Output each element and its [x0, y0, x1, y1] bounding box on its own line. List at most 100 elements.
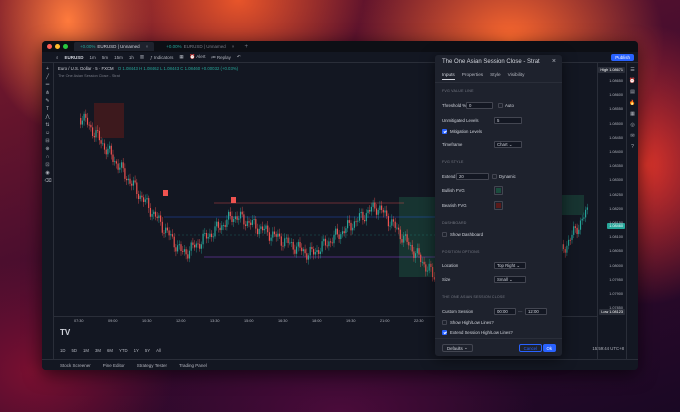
range-button[interactable]: 1D	[60, 348, 66, 353]
candle-body	[384, 210, 386, 213]
bearish-color-swatch[interactable]	[494, 201, 503, 210]
alert-button[interactable]: ⏰ Alert	[190, 54, 206, 60]
crosshair-icon[interactable]: +	[45, 66, 51, 72]
price-axis[interactable]: High 1.08671 1.08460 Low 1.08123 1.08650…	[597, 63, 626, 359]
candle-body	[81, 120, 83, 125]
tab-style[interactable]: Style	[490, 72, 500, 80]
bullish-color-swatch[interactable]	[494, 186, 503, 195]
minimize-window-button[interactable]	[55, 44, 60, 49]
ruler-icon[interactable]: ⊟	[45, 138, 51, 144]
magnet-icon[interactable]: ∩	[45, 154, 51, 160]
lock-icon[interactable]: ⊡	[45, 162, 51, 168]
pattern-icon[interactable]: ⋀	[45, 114, 51, 120]
tab-label: EURUSD | Unnamed	[97, 44, 140, 49]
alerts-icon[interactable]: ⏰	[629, 78, 635, 84]
zoom-icon[interactable]: ⊕	[45, 146, 51, 152]
maximize-window-button[interactable]	[63, 44, 68, 49]
range-button[interactable]: 5D	[72, 348, 78, 353]
text-icon[interactable]: T	[45, 106, 51, 112]
candle-body	[347, 220, 349, 229]
close-icon[interactable]: ×	[146, 44, 149, 49]
range-button[interactable]: 3M	[95, 348, 101, 353]
price-tick: 1.08450	[609, 135, 623, 140]
tab-inputs[interactable]: Inputs	[442, 72, 455, 80]
interval-1m[interactable]: 1m	[90, 55, 96, 60]
range-button[interactable]: YTD	[119, 348, 128, 353]
candle-body	[387, 216, 389, 227]
tab-visibility[interactable]: Visibility	[508, 72, 525, 80]
auto-checkbox[interactable]	[498, 103, 503, 108]
candle-body	[311, 246, 313, 250]
trash-icon[interactable]: ⌫	[45, 178, 52, 184]
location-select[interactable]: Top Right ⌄	[494, 262, 526, 269]
watchlist-icon[interactable]: ☰	[630, 67, 634, 73]
defaults-button[interactable]: Defaults ⌄	[442, 344, 473, 352]
threshold-input[interactable]: 0	[466, 102, 493, 109]
replay-button[interactable]: ⏮ Replay	[212, 55, 231, 60]
range-button[interactable]: 6M	[107, 348, 113, 353]
data-window-icon[interactable]: ▤	[630, 89, 635, 95]
show-hl-checkbox[interactable]	[442, 320, 447, 325]
drawing-toolbar: + ╱ ═ ⋔ ✎ T ⋀ ⇅ ☺ ⊟ ⊕ ∩ ⊡ ◉ ⌫	[42, 63, 54, 359]
timeframe-select[interactable]: Chart ⌄	[494, 141, 522, 148]
close-icon[interactable]: ×	[232, 44, 235, 49]
candle-body	[132, 180, 134, 186]
pitchfork-icon[interactable]: ⋔	[45, 90, 51, 96]
candle-body	[178, 244, 180, 246]
range-button[interactable]: All	[156, 348, 161, 353]
range-button[interactable]: 5Y	[145, 348, 150, 353]
range-button[interactable]: 1M	[83, 348, 89, 353]
unmitigated-input[interactable]: 5	[494, 117, 522, 124]
search-icon[interactable]: ⌕	[56, 55, 59, 60]
close-icon[interactable]: ×	[552, 58, 556, 65]
candles-icon[interactable]: ▥	[140, 54, 144, 60]
brush-icon[interactable]: ✎	[45, 98, 51, 104]
tab-strategy-tester[interactable]: Strategy Tester	[137, 363, 167, 368]
dynamic-checkbox[interactable]	[492, 174, 497, 179]
trend-line-icon[interactable]: ╱	[45, 74, 51, 80]
icons-icon[interactable]: ☺	[45, 130, 51, 136]
candle-body	[316, 250, 318, 253]
undo-icon[interactable]: ↶	[237, 54, 241, 60]
extend-hl-checkbox[interactable]	[442, 330, 447, 335]
horizontal-line-icon[interactable]: ═	[45, 82, 51, 88]
session-start-input[interactable]: 00:00	[494, 308, 516, 315]
close-window-button[interactable]	[47, 44, 52, 49]
candle-body	[564, 249, 566, 253]
tab-trading-panel[interactable]: Trading Panel	[179, 363, 207, 368]
browser-tab[interactable]: +0.00% EURUSD | Unnamed ×	[160, 42, 240, 51]
tab-pine-editor[interactable]: Pine Editor	[103, 363, 125, 368]
candle-body	[258, 228, 260, 235]
plus-icon[interactable]: +	[244, 44, 248, 50]
tab-stock-screener[interactable]: Stock Screener	[60, 363, 91, 368]
divider	[435, 82, 562, 83]
tab-properties[interactable]: Properties	[462, 72, 483, 80]
range-button[interactable]: 1Y	[134, 348, 139, 353]
layout-icon[interactable]: ▦	[179, 54, 183, 60]
cancel-button[interactable]: Cancel	[518, 344, 542, 352]
ideas-icon[interactable]: ◎	[630, 122, 634, 128]
show-dashboard-checkbox[interactable]	[442, 232, 447, 237]
eye-icon[interactable]: ◉	[45, 170, 51, 176]
help-icon[interactable]: ?	[631, 144, 634, 150]
interval-1h[interactable]: 1h	[129, 55, 134, 60]
publish-button[interactable]: Publish	[611, 54, 634, 61]
prediction-icon[interactable]: ⇅	[45, 122, 51, 128]
candle-body	[350, 222, 352, 231]
session-end-input[interactable]: 12:00	[525, 308, 547, 315]
browser-tab-active[interactable]: +0.00% EURUSD | Unnamed ×	[74, 42, 155, 51]
symbol-search-button[interactable]: EURUSD	[65, 55, 84, 60]
interval-15m[interactable]: 15m	[114, 55, 123, 60]
chat-icon[interactable]: ✉	[630, 133, 634, 139]
indicators-button[interactable]: ƒ Indicators	[150, 55, 173, 60]
size-select[interactable]: Small ⌄	[494, 276, 526, 283]
calendar-icon[interactable]: ▦	[630, 111, 635, 117]
extend-input[interactable]: 20	[456, 173, 489, 180]
interval-5m[interactable]: 5m	[102, 55, 108, 60]
candle-body	[268, 232, 270, 241]
utc-clock[interactable]: 15:59:44 UTC+8	[592, 346, 624, 351]
mitigation-checkbox[interactable]	[442, 129, 447, 134]
candle-body	[324, 238, 327, 246]
ok-button[interactable]: Ok	[542, 344, 556, 352]
hotlist-icon[interactable]: 🔥	[629, 100, 635, 106]
